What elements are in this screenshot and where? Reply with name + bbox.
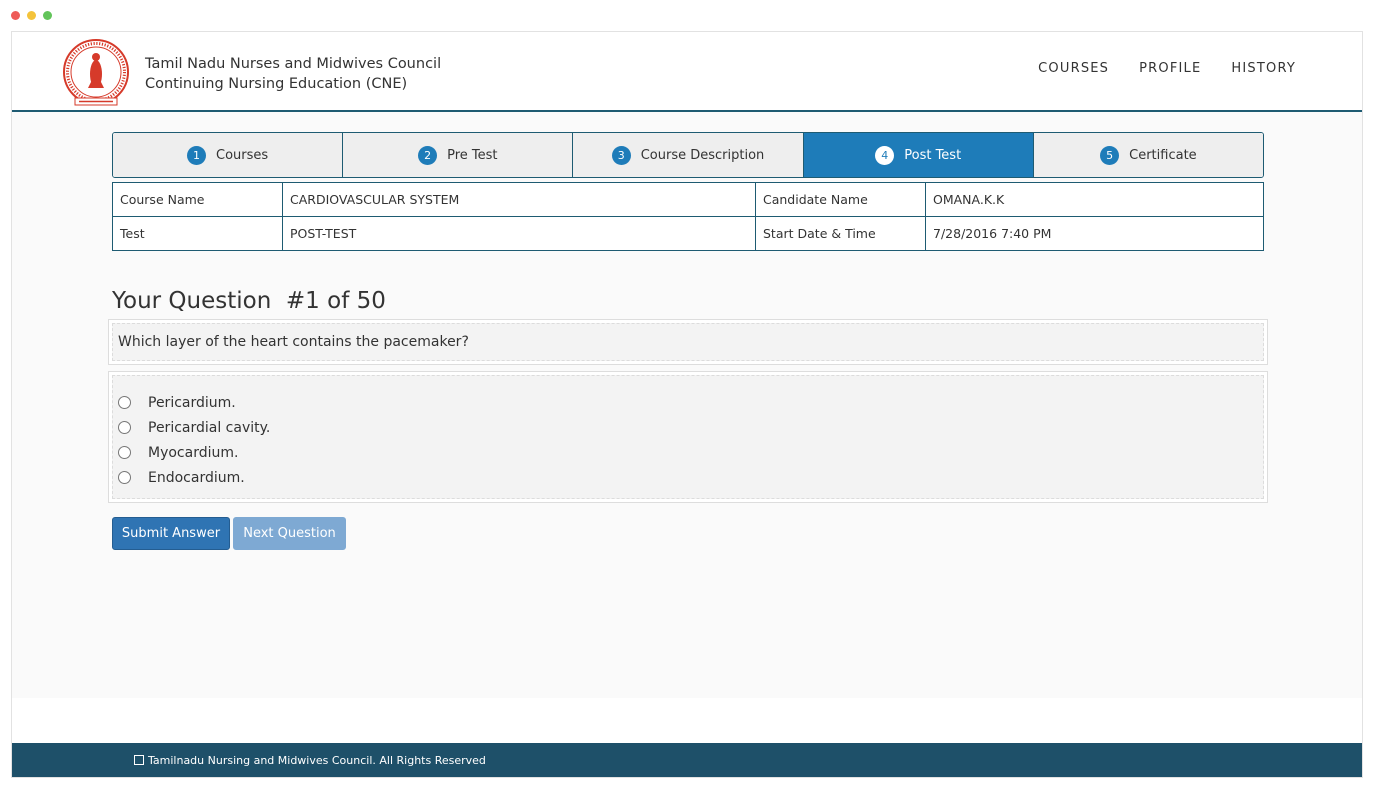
candidate-name-label: Candidate Name xyxy=(755,182,926,217)
option-label: Pericardial cavity. xyxy=(148,419,271,436)
step-number: 2 xyxy=(418,145,438,165)
option-pericardial-cavity[interactable]: Pericardial cavity. xyxy=(113,415,1263,440)
step-course-description[interactable]: 3 Course Description xyxy=(573,133,804,177)
top-nav: COURSES PROFILE HISTORY xyxy=(1038,61,1296,76)
copyright-icon xyxy=(134,755,144,765)
maximize-window-dot[interactable] xyxy=(43,11,52,20)
step-number: 5 xyxy=(1100,145,1120,165)
main-content: 1 Courses 2 Pre Test 3 Course Descriptio… xyxy=(12,112,1362,698)
candidate-name-value: OMANA.K.K xyxy=(925,182,1264,217)
question-box: Which layer of the heart contains the pa… xyxy=(108,319,1268,365)
council-seal-icon xyxy=(63,39,129,106)
table-row: Course Name CARDIOVASCULAR SYSTEM Candid… xyxy=(112,182,1264,217)
org-name: Tamil Nadu Nurses and Midwives Council xyxy=(145,56,442,72)
option-label: Pericardium. xyxy=(148,394,236,411)
step-label: Course Description xyxy=(640,147,765,163)
step-number: 3 xyxy=(611,145,631,165)
start-date-label: Start Date & Time xyxy=(755,216,926,251)
option-label: Myocardium. xyxy=(148,444,239,461)
browser-window: Tamil Nadu Nurses and Midwives Council C… xyxy=(11,31,1363,778)
answer-options: Pericardium. Pericardial cavity. Myocard… xyxy=(112,375,1264,499)
radio-button[interactable] xyxy=(118,471,131,484)
radio-button[interactable] xyxy=(118,396,131,409)
step-pre-test[interactable]: 2 Pre Test xyxy=(343,133,574,177)
step-number: 1 xyxy=(187,145,207,165)
progress-steps: 1 Courses 2 Pre Test 3 Course Descriptio… xyxy=(112,132,1264,178)
site-header: Tamil Nadu Nurses and Midwives Council C… xyxy=(12,32,1362,112)
answer-options-box: Pericardium. Pericardial cavity. Myocard… xyxy=(108,371,1268,503)
radio-button[interactable] xyxy=(118,446,131,459)
step-label: Pre Test xyxy=(447,147,498,163)
minimize-window-dot[interactable] xyxy=(27,11,36,20)
nav-profile[interactable]: PROFILE xyxy=(1139,61,1201,76)
test-info-table: Course Name CARDIOVASCULAR SYSTEM Candid… xyxy=(112,182,1264,251)
step-courses[interactable]: 1 Courses xyxy=(113,133,344,177)
brand-title: Tamil Nadu Nurses and Midwives Council C… xyxy=(145,54,441,94)
site-footer: Tamilnadu Nursing and Midwives Council. … xyxy=(12,743,1362,777)
option-label: Endocardium. xyxy=(148,469,245,486)
footer-copyright: Tamilnadu Nursing and Midwives Council. … xyxy=(134,754,486,767)
nav-courses[interactable]: COURSES xyxy=(1038,61,1109,76)
submit-answer-button[interactable]: Submit Answer xyxy=(112,517,230,550)
start-date-value: 7/28/2016 7:40 PM xyxy=(925,216,1264,251)
test-label: Test xyxy=(112,216,283,251)
question-text: Which layer of the heart contains the pa… xyxy=(112,323,1264,361)
program-name: Continuing Nursing Education (CNE) xyxy=(145,76,408,92)
course-name-label: Course Name xyxy=(112,182,283,217)
table-row: Test POST-TEST Start Date & Time 7/28/20… xyxy=(112,216,1264,251)
step-label: Post Test xyxy=(904,147,962,163)
radio-button[interactable] xyxy=(118,421,131,434)
option-myocardium[interactable]: Myocardium. xyxy=(113,440,1263,465)
option-endocardium[interactable]: Endocardium. xyxy=(113,465,1263,490)
nav-history[interactable]: HISTORY xyxy=(1231,61,1296,76)
test-value: POST-TEST xyxy=(282,216,756,251)
step-post-test[interactable]: 4 Post Test xyxy=(803,133,1034,177)
step-label: Certificate xyxy=(1129,147,1197,163)
question-title: Your Question #1 of 50 xyxy=(112,288,386,314)
window-controls xyxy=(11,11,52,20)
next-question-button[interactable]: Next Question xyxy=(233,517,346,550)
step-number: 4 xyxy=(875,145,895,165)
step-certificate[interactable]: 5 Certificate xyxy=(1033,133,1263,177)
close-window-dot[interactable] xyxy=(11,11,20,20)
option-pericardium[interactable]: Pericardium. xyxy=(113,390,1263,415)
footer-text: Tamilnadu Nursing and Midwives Council. … xyxy=(148,753,486,767)
course-name-value: CARDIOVASCULAR SYSTEM xyxy=(282,182,756,217)
step-label: Courses xyxy=(216,147,269,163)
